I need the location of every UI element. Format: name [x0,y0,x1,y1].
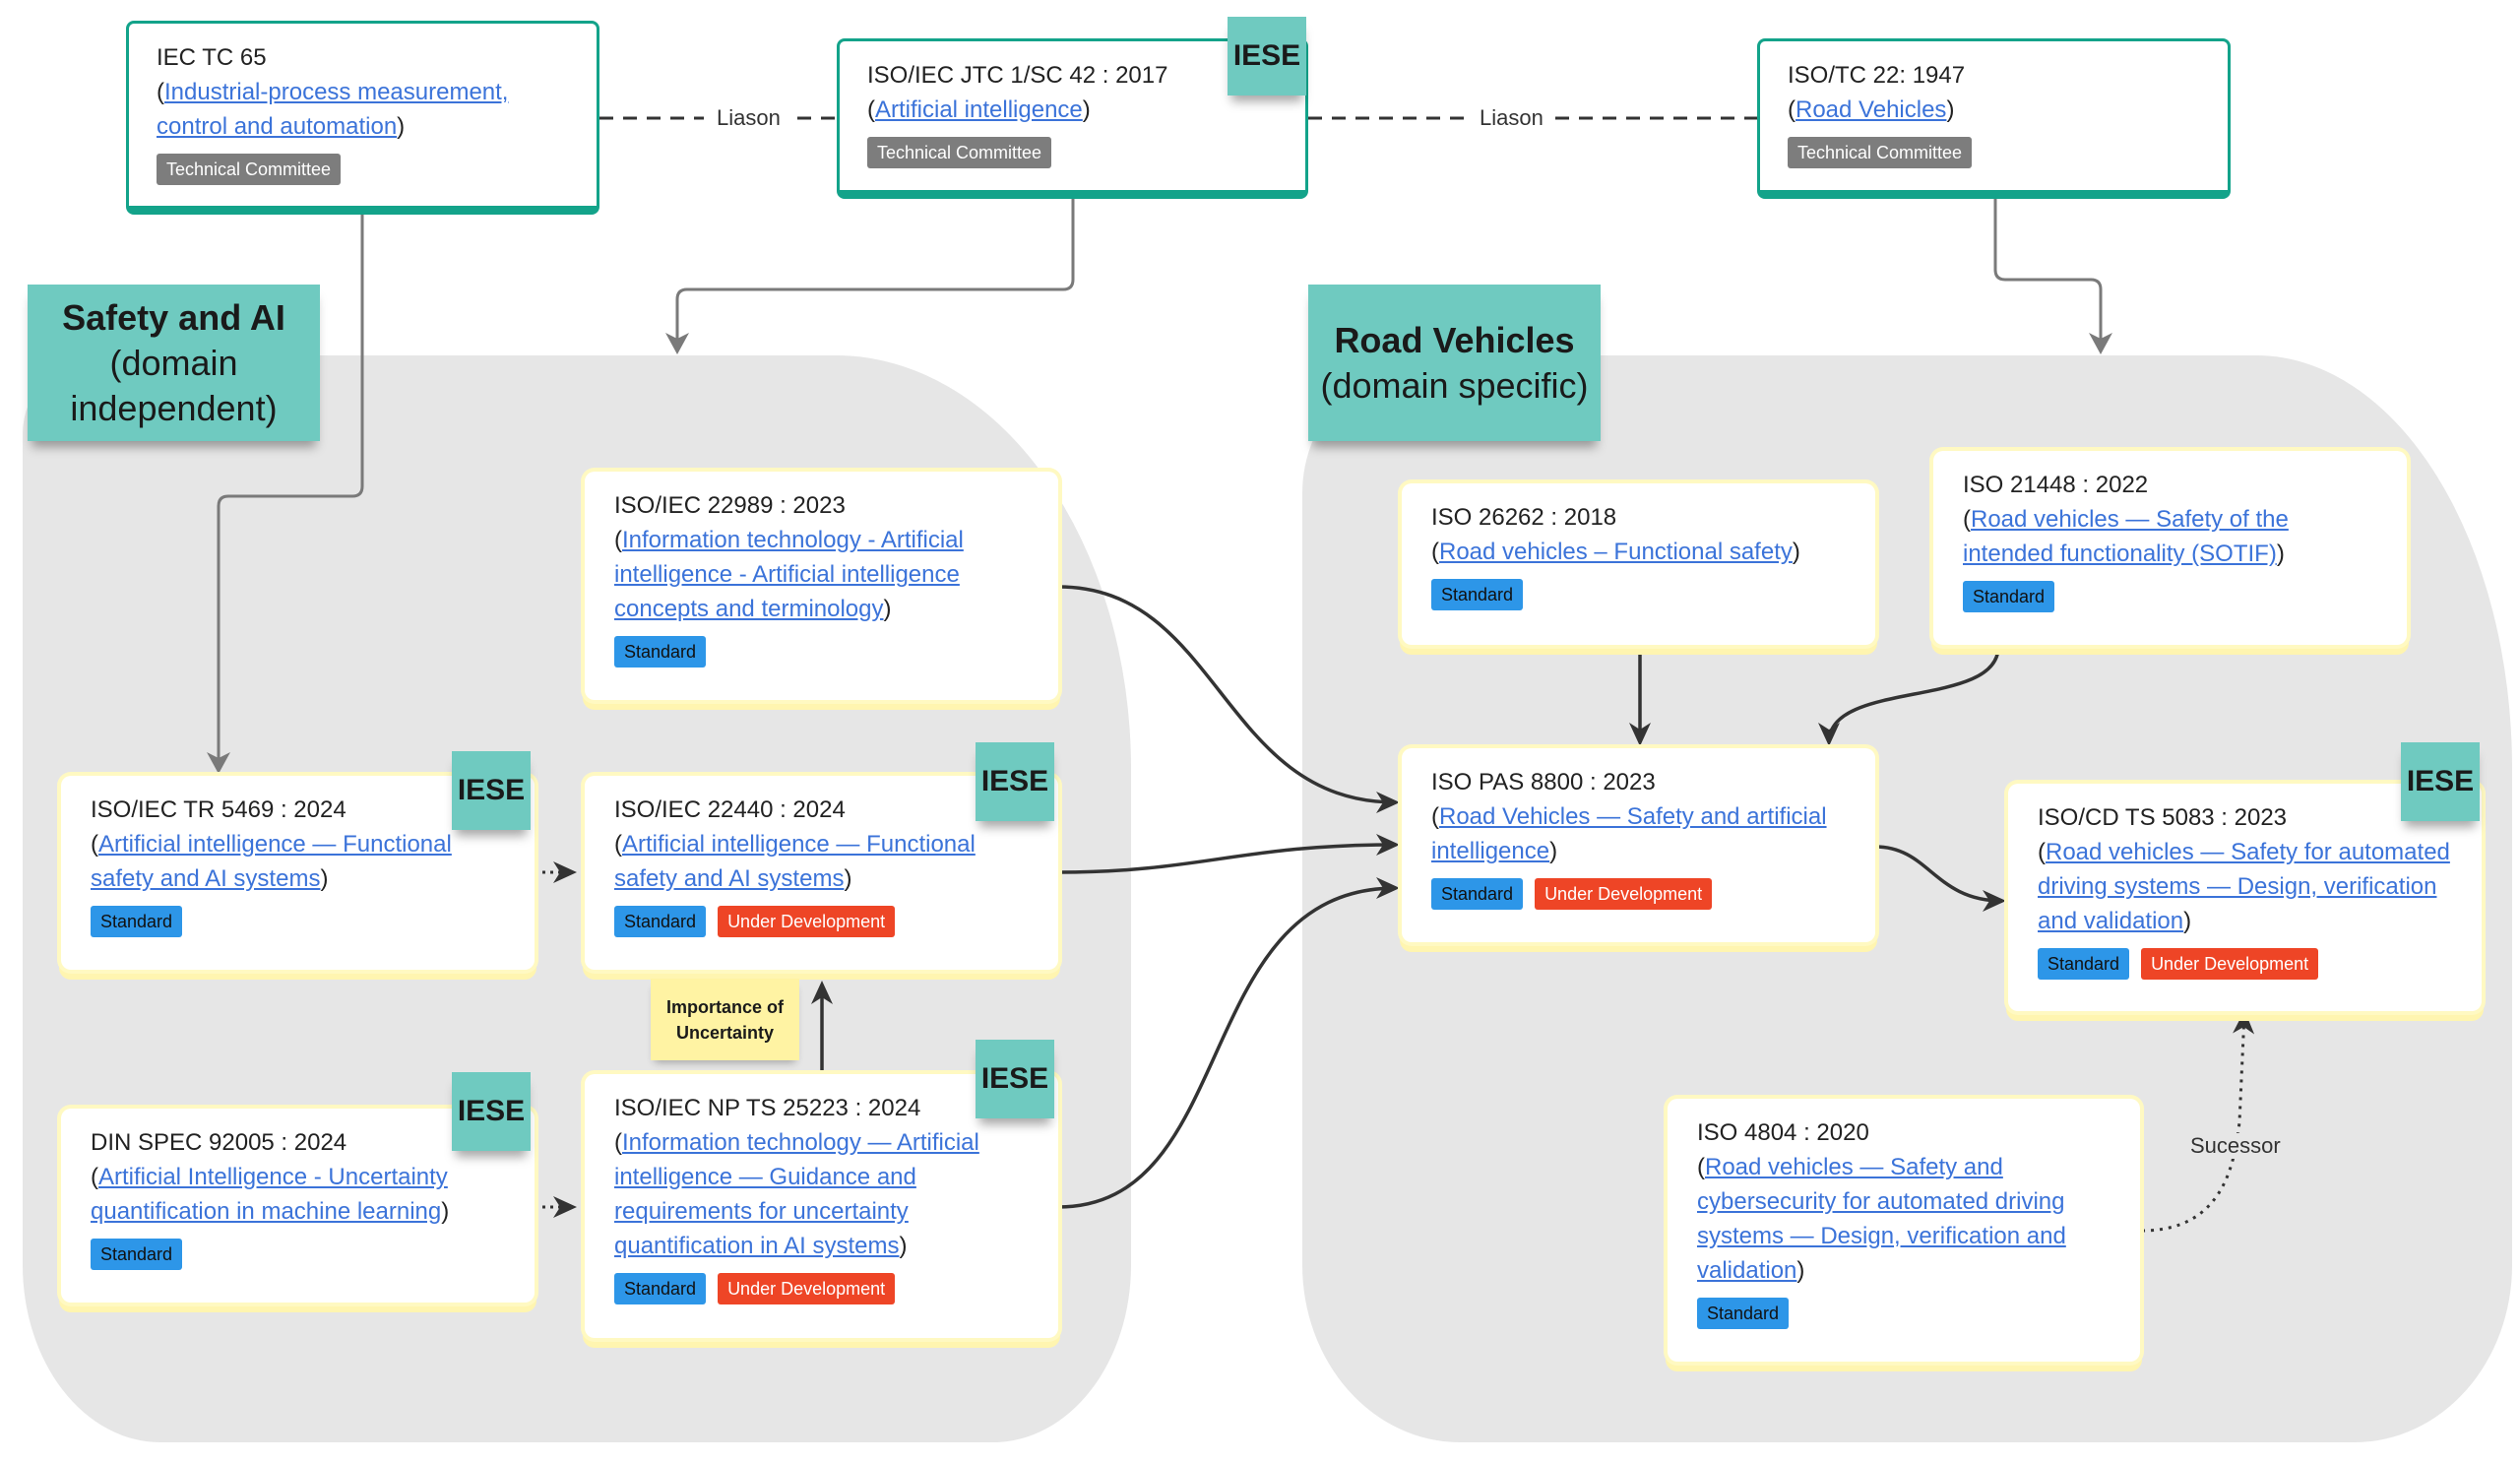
standard-badge: Standard [91,1239,183,1270]
committee-title-link[interactable]: Industrial-process measurement, control … [157,79,508,140]
committee-code: ISO/TC 22: 1947 [1788,62,1966,89]
standard-code: ISO PAS 8800 : 2023 [1431,769,1656,795]
standard-badge: Standard [614,1273,707,1304]
region-subtitle: (domain independent) [70,342,278,428]
region-subtitle: (domain specific) [1320,364,1589,406]
standard-badge: Standard [1431,579,1524,610]
standard-title: (Road Vehicles — Safety and artificial i… [1431,803,1827,864]
standard-title: (Road vehicles — Safety and cybersecurit… [1697,1154,2066,1284]
standard-title-link[interactable]: Artificial intelligence — Functional saf… [91,831,452,892]
iese-sticky: IESE [452,1072,531,1151]
edge-jtc-to-safety-region [675,199,1075,349]
standard-badge: Standard [91,906,183,937]
standard-title-link[interactable]: Information technology — Artificial inte… [614,1129,979,1259]
under-development-badge: Under Development [2141,948,2319,980]
standard-code: ISO/IEC 22440 : 2024 [614,796,846,823]
standard-title-link[interactable]: Road vehicles – Functional safety [1439,539,1793,565]
standard-title: (Road vehicles — Safety for automated dr… [2038,839,2450,934]
safety-ai-domain-sticky: Safety and AI (domain independent) [28,285,320,441]
committee-title: (Artificial intelligence) [867,96,1091,123]
standard-title: (Information technology - Artificial int… [614,527,964,622]
region-title: Safety and AI [62,296,285,338]
arrowhead-icon [2089,333,2112,354]
standard-badge: Standard [614,636,707,668]
under-development-badge: Under Development [718,906,896,937]
standard-code: ISO 21448 : 2022 [1963,472,2149,498]
committee-title: (Road Vehicles) [1788,96,1955,123]
standard-title-link[interactable]: Road vehicles — Safety for automated dri… [2038,839,2450,934]
iese-sticky: IESE [2401,742,2480,821]
iese-sticky: IESE [452,751,531,830]
committee-title: (Industrial-process measurement, control… [157,79,509,140]
standard-badge: Standard [1963,581,2055,612]
standard-title: (Artificial Intelligence - Uncertainty q… [91,1164,450,1225]
standard-badge: Standard [1431,878,1524,910]
standard-card-iso-21448[interactable]: ISO 21448 : 2022 (Road vehicles — Safety… [1933,451,2407,645]
region-title: Road Vehicles [1334,319,1575,360]
standard-code: ISO/IEC TR 5469 : 2024 [91,796,346,823]
committee-title-link[interactable]: Artificial intelligence [875,96,1083,123]
edge-tc22-to-road-region [1993,199,2103,349]
technical-committee-badge: Technical Committee [157,154,342,185]
standard-title: (Road vehicles – Functional safety) [1431,539,1800,565]
standard-title-link[interactable]: Artificial Intelligence - Uncertainty qu… [91,1164,448,1225]
committee-card-iec-tc65[interactable]: IEC TC 65 (Industrial-process measuremen… [126,21,599,215]
standard-title-link[interactable]: Information technology - Artificial inte… [614,527,964,622]
standard-code: ISO/IEC NP TS 25223 : 2024 [614,1095,921,1121]
standard-card-iso-4804[interactable]: ISO 4804 : 2020 (Road vehicles — Safety … [1668,1099,2140,1362]
standard-title: (Road vehicles — Safety of the intended … [1963,506,2289,567]
standard-code: ISO 4804 : 2020 [1697,1119,1869,1146]
iese-sticky: IESE [976,1040,1054,1118]
liaison-label-left: Liason [717,105,781,130]
importance-of-uncertainty-note: Importance of Uncertainty [651,979,799,1060]
under-development-badge: Under Development [1535,878,1713,910]
standard-badge: Standard [614,906,707,937]
under-development-badge: Under Development [718,1273,896,1304]
iese-sticky: IESE [1228,17,1306,95]
standard-title-link[interactable]: Road vehicles — Safety and cybersecurity… [1697,1154,2066,1284]
standard-title: (Information technology — Artificial int… [614,1129,979,1259]
committee-code: IEC TC 65 [157,44,267,71]
standard-code: DIN SPEC 92005 : 2024 [91,1129,347,1156]
standard-code: ISO/CD TS 5083 : 2023 [2038,804,2288,831]
standard-title: (Artificial intelligence — Functional sa… [91,831,452,892]
liaison-label-right: Liason [1480,105,1544,130]
committee-title-link[interactable]: Road Vehicles [1796,96,1946,123]
standard-title-link[interactable]: Road vehicles — Safety of the intended f… [1963,506,2289,567]
standard-code: ISO 26262 : 2018 [1431,504,1617,531]
standard-card-iso-pas-8800[interactable]: ISO PAS 8800 : 2023 (Road Vehicles — Saf… [1402,748,1875,942]
technical-committee-badge: Technical Committee [1788,137,1973,168]
committee-code: ISO/IEC JTC 1/SC 42 : 2017 [867,62,1168,89]
standard-card-iso-iec-22989[interactable]: ISO/IEC 22989 : 2023 (Information techno… [585,472,1058,700]
standard-title-link[interactable]: Artificial intelligence — Functional saf… [614,831,976,892]
standard-title-link[interactable]: Road Vehicles — Safety and artificial in… [1431,803,1827,864]
successor-label: Sucessor [2186,1133,2285,1159]
standard-code: ISO/IEC 22989 : 2023 [614,492,846,519]
standard-badge: Standard [1697,1298,1790,1329]
committee-card-iso-tc22[interactable]: ISO/TC 22: 1947 (Road Vehicles) Technica… [1757,38,2231,199]
technical-committee-badge: Technical Committee [867,137,1052,168]
standard-badge: Standard [2038,948,2130,980]
standard-title: (Artificial intelligence — Functional sa… [614,831,976,892]
standard-card-iso-26262[interactable]: ISO 26262 : 2018 (Road vehicles – Functi… [1402,483,1875,645]
road-vehicles-domain-sticky: Road Vehicles (domain specific) [1308,285,1601,441]
iese-sticky: IESE [976,742,1054,821]
arrowhead-icon [665,333,689,354]
